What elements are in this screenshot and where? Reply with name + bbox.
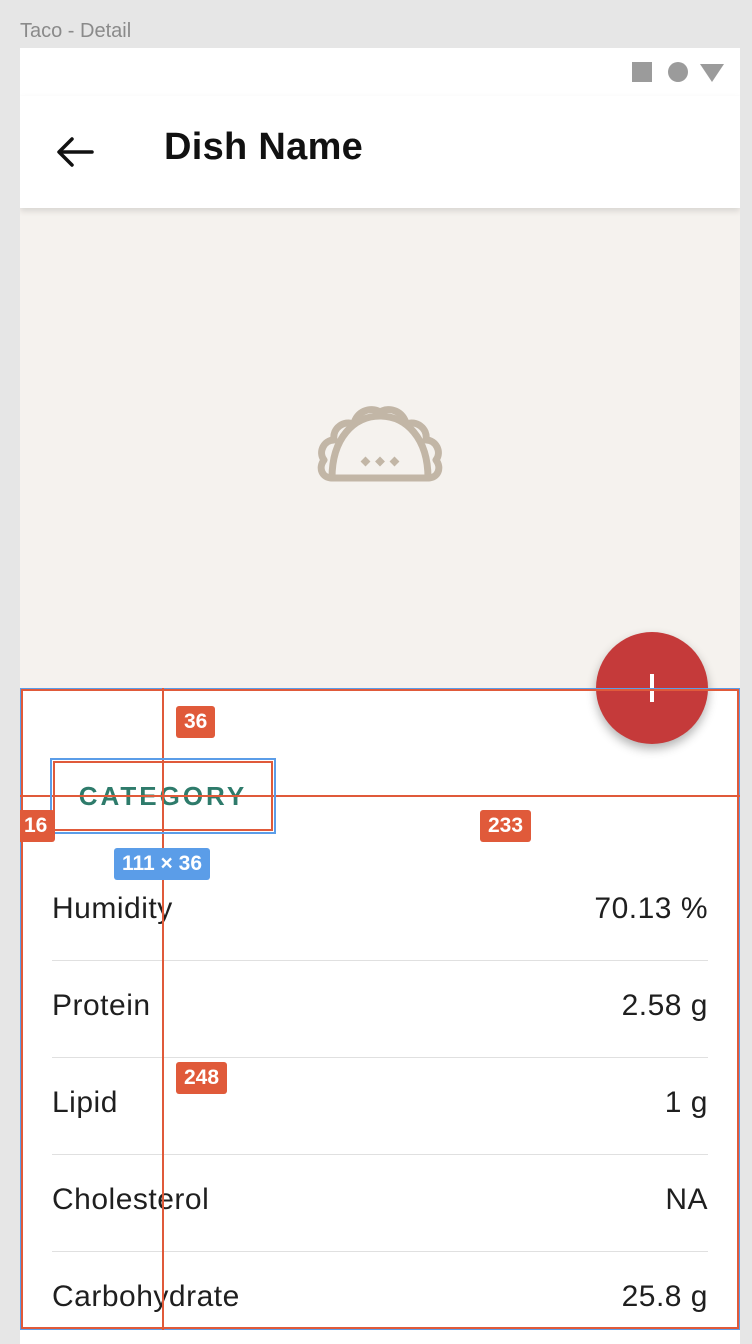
- arrow-left-icon: [57, 137, 94, 167]
- list-item: Cholesterol NA: [52, 1155, 708, 1252]
- status-bar: [20, 48, 740, 96]
- nutrient-label: Cholesterol: [52, 1183, 210, 1216]
- circle-icon: [668, 62, 688, 82]
- frame-title: Taco - Detail: [20, 20, 132, 42]
- taco-icon: [317, 406, 443, 482]
- list-item: Carbohydrate 25.8 g: [52, 1252, 708, 1344]
- nutrient-value: 70.13 %: [594, 892, 708, 925]
- triangle-icon: [700, 64, 724, 82]
- phone-screen: Dish Name CATEGORY Humidity 70.13 % Prot…: [20, 48, 740, 1344]
- list-item: Protein 2.58 g: [52, 961, 708, 1058]
- nutrient-value: 1 g: [664, 1086, 708, 1119]
- nutrient-label: Humidity: [52, 892, 173, 925]
- nutrient-label: Carbohydrate: [52, 1280, 240, 1313]
- nutrient-label: Protein: [52, 989, 151, 1022]
- spacing-badge: 233: [480, 810, 532, 842]
- category-chip[interactable]: CATEGORY: [52, 760, 274, 832]
- spacing-badge: 36: [176, 706, 216, 738]
- back-button[interactable]: [48, 128, 104, 176]
- nutrient-value: NA: [665, 1183, 708, 1216]
- nutrient-value: 2.58 g: [621, 989, 708, 1022]
- app-bar: Dish Name: [20, 96, 740, 208]
- size-badge: 111 × 36: [114, 848, 211, 880]
- list-item: Lipid 1 g: [52, 1058, 708, 1155]
- plus-icon: [650, 674, 654, 702]
- nutrient-list: Humidity 70.13 % Protein 2.58 g Lipid 1 …: [52, 864, 708, 1344]
- spacing-badge: 248: [176, 1062, 228, 1094]
- square-icon: [632, 62, 652, 82]
- spacing-badge: 16: [20, 810, 56, 842]
- page-title: Dish Name: [164, 126, 364, 168]
- nutrient-label: Lipid: [52, 1086, 118, 1119]
- nutrient-value: 25.8 g: [621, 1280, 708, 1313]
- dish-image: [20, 208, 740, 688]
- add-button[interactable]: [596, 632, 708, 744]
